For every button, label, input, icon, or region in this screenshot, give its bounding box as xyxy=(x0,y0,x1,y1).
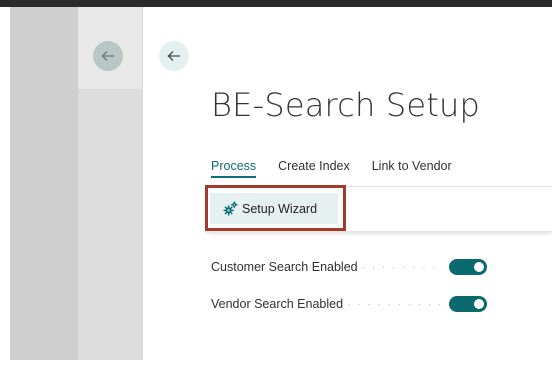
vendor-search-field: Vendor Search Enabled · · · · · · · · · … xyxy=(211,297,443,311)
tab-create-index[interactable]: Create Index xyxy=(278,159,350,178)
back-button[interactable] xyxy=(159,41,189,71)
vendor-search-label: Vendor Search Enabled xyxy=(211,297,344,311)
action-tabs: Process Create Index Link to Vendor xyxy=(211,159,474,178)
tab-process[interactable]: Process xyxy=(211,159,257,178)
toggle-knob xyxy=(474,299,484,309)
customer-search-label: Customer Search Enabled xyxy=(211,260,358,274)
highlight-box xyxy=(205,185,346,231)
dotted-leader: · · · · · · · · xyxy=(361,261,438,273)
tab-link-to-vendor[interactable]: Link to Vendor xyxy=(372,159,452,178)
arrow-left-icon xyxy=(101,51,114,61)
customer-search-field: Customer Search Enabled · · · · · · · · xyxy=(211,260,438,274)
arrow-left-icon xyxy=(167,51,180,61)
background-page-layer-1 xyxy=(10,7,78,360)
page-title: BE-Search Setup xyxy=(211,86,480,124)
dotted-leader: · · · · · · · · · · xyxy=(347,298,444,310)
bottom-strip xyxy=(0,360,552,369)
toggle-knob xyxy=(474,262,484,272)
background-back-button xyxy=(93,41,123,71)
left-gutter xyxy=(0,7,10,369)
window-top-bar xyxy=(0,0,552,7)
vendor-search-toggle[interactable] xyxy=(449,296,487,312)
customer-search-toggle[interactable] xyxy=(449,259,487,275)
